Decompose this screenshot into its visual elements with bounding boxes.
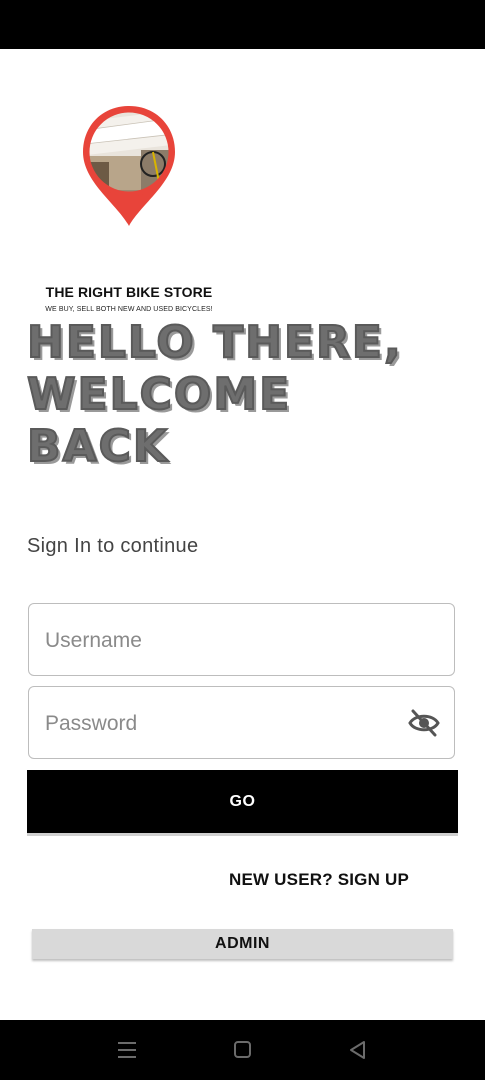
store-logo: THE RIGHT BIKE STORE WE BUY, SELL BOTH N… xyxy=(44,104,234,313)
headline-line-2: WELCOME xyxy=(26,368,292,421)
home-square-icon[interactable] xyxy=(229,1038,255,1062)
headline-line-1: HELLO THERE, xyxy=(26,316,403,369)
store-name: THE RIGHT BIKE STORE xyxy=(45,284,213,300)
go-button-shadow xyxy=(27,833,458,836)
welcome-headline: HELLO THERE, WELCOME BACK xyxy=(26,316,467,473)
store-tagline: WE BUY, SELL BOTH NEW AND USED BICYCLES! xyxy=(45,306,213,313)
go-button[interactable]: GO xyxy=(27,770,458,833)
system-nav-bar xyxy=(0,1020,485,1080)
password-input[interactable] xyxy=(43,687,407,760)
menu-icon[interactable] xyxy=(114,1038,140,1062)
username-field[interactable] xyxy=(28,603,455,677)
username-input[interactable] xyxy=(43,604,407,677)
map-pin-logo-icon xyxy=(83,106,175,226)
eye-off-icon[interactable] xyxy=(408,709,440,737)
headline-line-3: BACK xyxy=(26,420,169,473)
status-bar xyxy=(0,0,485,49)
back-triangle-icon[interactable] xyxy=(345,1038,371,1062)
sign-up-link[interactable]: NEW USER? SIGN UP xyxy=(229,870,409,890)
password-field[interactable] xyxy=(28,686,455,760)
sign-in-subtitle: Sign In to continue xyxy=(27,535,199,557)
login-screen: THE RIGHT BIKE STORE WE BUY, SELL BOTH N… xyxy=(0,49,485,1020)
admin-button[interactable]: ADMIN xyxy=(32,929,453,959)
